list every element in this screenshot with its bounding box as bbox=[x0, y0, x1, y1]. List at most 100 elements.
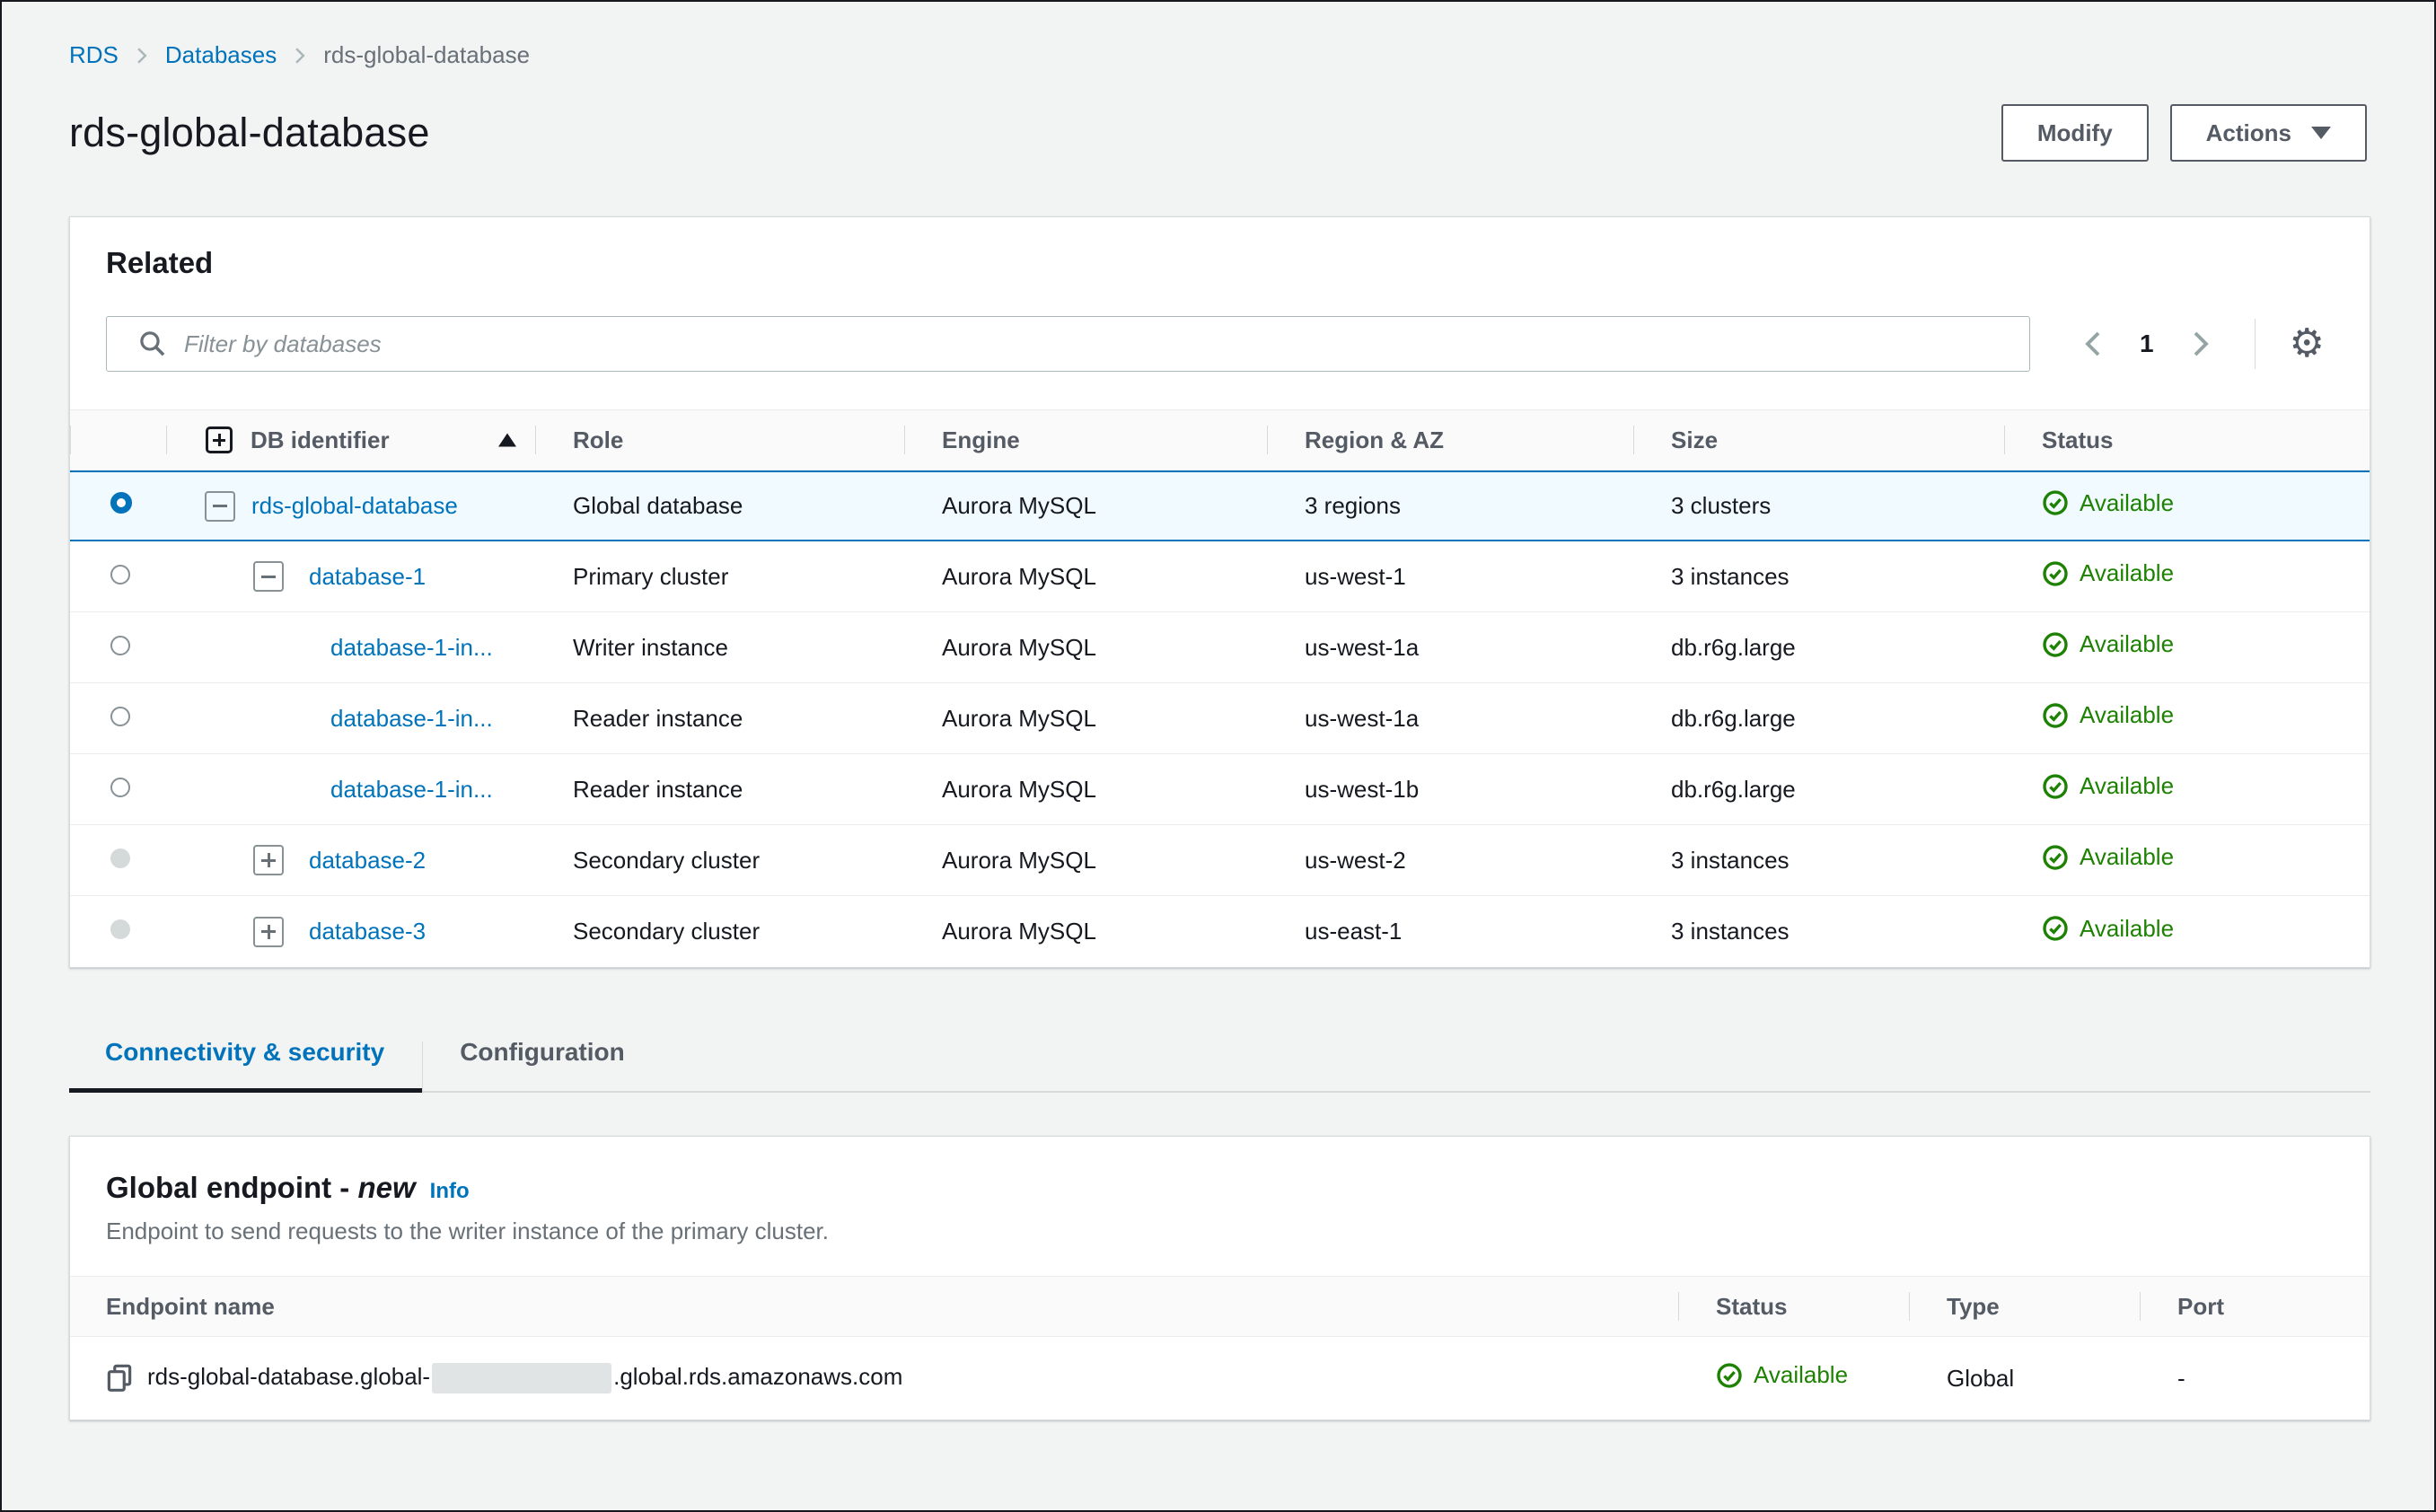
rds-console-page: RDS Databases rds-global-database rds-gl… bbox=[2, 41, 2434, 1420]
role-cell: Reader instance bbox=[573, 704, 743, 732]
role-cell: Global database bbox=[573, 492, 743, 519]
related-card-head: Related 1 ⚙ bbox=[70, 217, 2370, 372]
row-radio[interactable] bbox=[110, 492, 132, 514]
check-circle-icon bbox=[2043, 916, 2068, 941]
endpoint-status-cell: Available bbox=[1678, 1361, 1909, 1395]
status-badge: Available bbox=[2042, 772, 2174, 800]
table-row[interactable]: database-1-in... Reader instance Aurora … bbox=[70, 683, 2370, 754]
status-badge: Available bbox=[2042, 630, 2174, 658]
db-identifier-link[interactable]: database-1-in... bbox=[330, 705, 493, 732]
status-text: Available bbox=[2080, 630, 2175, 658]
size-cell: 3 instances bbox=[1671, 562, 1790, 590]
redacted-text-block bbox=[432, 1363, 612, 1394]
region-az-cell: us-east-1 bbox=[1305, 918, 1403, 945]
related-databases-table: DB identifier Role Engine Region & AZ Si… bbox=[70, 409, 2370, 967]
row-radio[interactable] bbox=[110, 635, 130, 655]
row-radio[interactable] bbox=[110, 777, 130, 797]
db-identifier-link[interactable]: rds-global-database bbox=[251, 492, 458, 519]
tab-connectivity-security[interactable]: Connectivity & security bbox=[69, 1038, 423, 1093]
db-identifier-link[interactable]: database-1-in... bbox=[330, 634, 493, 661]
tab-configuration[interactable]: Configuration bbox=[422, 1038, 663, 1094]
db-identifier-cell: database-1-in... bbox=[166, 683, 535, 753]
table-row[interactable]: database-3 Secondary cluster Aurora MySQ… bbox=[70, 896, 2370, 967]
column-header-role: Role bbox=[535, 410, 904, 470]
region-az-cell: us-west-1a bbox=[1305, 704, 1420, 732]
row-radio[interactable] bbox=[110, 564, 130, 585]
row-radio[interactable] bbox=[110, 848, 130, 868]
region-az-cell: us-west-1b bbox=[1305, 775, 1420, 803]
divider bbox=[2254, 319, 2256, 369]
page-title: rds-global-database bbox=[69, 110, 430, 155]
table-row[interactable]: database-1 Primary cluster Aurora MySQL … bbox=[70, 541, 2370, 612]
column-header-engine: Engine bbox=[904, 410, 1267, 470]
table-row[interactable]: rds-global-database Global database Auro… bbox=[70, 470, 2370, 541]
status-cell: Available bbox=[2004, 630, 2370, 664]
status-badge: Available bbox=[1716, 1361, 1848, 1389]
breadcrumb-link-databases[interactable]: Databases bbox=[165, 41, 277, 69]
row-radio[interactable] bbox=[110, 919, 130, 939]
status-cell: Available bbox=[2004, 559, 2370, 593]
actions-button[interactable]: Actions bbox=[2169, 104, 2367, 162]
engine-cell: Aurora MySQL bbox=[942, 918, 1096, 945]
db-identifier-wrap: database-1-in... bbox=[166, 634, 493, 662]
role-cell: Writer instance bbox=[573, 633, 728, 661]
chevron-right-icon bbox=[2194, 331, 2209, 356]
column-header-endpoint-name: Endpoint name bbox=[106, 1292, 275, 1320]
db-identifier-link[interactable]: database-3 bbox=[309, 918, 426, 945]
collapse-all-icon[interactable] bbox=[206, 426, 233, 453]
expand-toggle[interactable] bbox=[205, 490, 235, 522]
row-radio[interactable] bbox=[110, 706, 130, 726]
table-body: rds-global-database Global database Auro… bbox=[70, 470, 2370, 967]
status-text: Available bbox=[2080, 843, 2175, 871]
db-identifier-link[interactable]: database-1 bbox=[309, 563, 426, 590]
role-cell: Reader instance bbox=[573, 775, 743, 803]
endpoint-name-text: rds-global-database.global- .global.rds.a… bbox=[147, 1363, 902, 1394]
region-az-cell: us-west-1a bbox=[1305, 633, 1420, 661]
table-row[interactable]: database-1-in... Reader instance Aurora … bbox=[70, 754, 2370, 825]
role-cell: Secondary cluster bbox=[573, 918, 761, 945]
chevron-right-icon bbox=[293, 47, 307, 65]
role-cell: Primary cluster bbox=[573, 562, 729, 590]
next-page-button[interactable] bbox=[2185, 325, 2217, 363]
table-header-row: DB identifier Role Engine Region & AZ Si… bbox=[70, 409, 2370, 470]
size-cell: 3 instances bbox=[1671, 846, 1790, 874]
db-identifier-wrap: database-1-in... bbox=[166, 776, 493, 804]
modify-button[interactable]: Modify bbox=[2001, 104, 2149, 162]
db-identifier-cell: database-2 bbox=[166, 825, 535, 895]
column-header-db-identifier[interactable]: DB identifier bbox=[166, 410, 535, 470]
breadcrumb-link-rds[interactable]: RDS bbox=[69, 41, 119, 69]
current-page-number: 1 bbox=[2139, 330, 2154, 357]
status-badge: Available bbox=[2042, 843, 2174, 871]
filter-box bbox=[106, 316, 2030, 372]
check-circle-icon bbox=[2043, 490, 2068, 515]
size-cell: 3 clusters bbox=[1671, 492, 1772, 519]
table-row[interactable]: database-1-in... Writer instance Aurora … bbox=[70, 612, 2370, 683]
db-identifier-link[interactable]: database-2 bbox=[309, 847, 426, 874]
engine-cell: Aurora MySQL bbox=[942, 633, 1096, 661]
row-radio-cell bbox=[70, 776, 166, 804]
expand-toggle[interactable] bbox=[253, 916, 284, 947]
previous-page-button[interactable] bbox=[2077, 325, 2109, 363]
expand-toggle[interactable] bbox=[253, 561, 284, 592]
status-cell: Available bbox=[2004, 843, 2370, 877]
status-text: Available bbox=[2080, 914, 2175, 942]
row-radio-cell bbox=[70, 634, 166, 662]
table-row[interactable]: database-2 Secondary cluster Aurora MySQ… bbox=[70, 825, 2370, 896]
chevron-right-icon bbox=[135, 47, 149, 65]
sort-ascending-icon bbox=[498, 433, 516, 447]
row-radio-cell bbox=[70, 705, 166, 733]
info-link[interactable]: Info bbox=[430, 1179, 470, 1204]
db-identifier-wrap: database-1-in... bbox=[166, 705, 493, 733]
column-header-status: Status bbox=[2004, 410, 2370, 470]
column-header-size: Size bbox=[1633, 410, 2004, 470]
check-circle-icon bbox=[2043, 561, 2068, 586]
global-endpoint-description: Endpoint to send requests to the writer … bbox=[106, 1218, 829, 1244]
chevron-left-icon bbox=[2085, 331, 2100, 356]
row-radio-cell bbox=[70, 847, 166, 875]
db-identifier-cell: database-1-in... bbox=[166, 754, 535, 824]
db-identifier-link[interactable]: database-1-in... bbox=[330, 776, 493, 803]
expand-toggle[interactable] bbox=[253, 845, 284, 875]
filter-databases-input[interactable] bbox=[184, 330, 2011, 358]
settings-gear-icon[interactable]: ⚙ bbox=[2286, 324, 2328, 364]
copy-icon[interactable] bbox=[106, 1364, 133, 1393]
